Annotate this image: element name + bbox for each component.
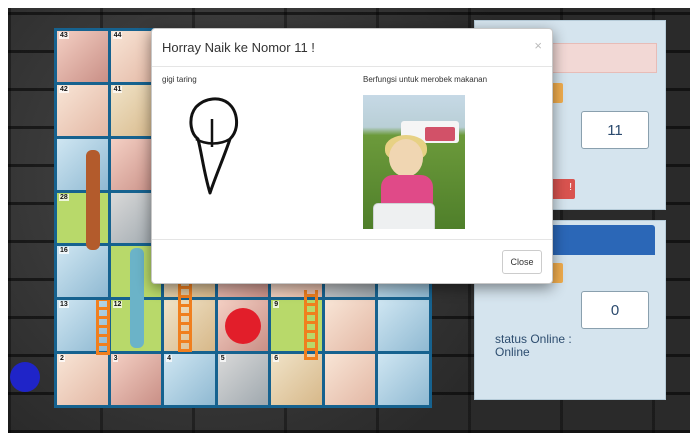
board-cell: 5 bbox=[217, 354, 269, 405]
board-cell: 43 bbox=[57, 31, 108, 82]
snake-body bbox=[130, 248, 144, 348]
board-cell: 42 bbox=[57, 84, 108, 136]
cell-number: 4 bbox=[166, 355, 173, 363]
modal-body: gigi taring Berfungsi untuk merobek maka… bbox=[152, 67, 552, 241]
board-cell bbox=[378, 354, 429, 405]
modal-header: Horray Naik ke Nomor 11 ! × bbox=[152, 29, 552, 67]
photo-child-head bbox=[389, 139, 423, 177]
tooth-function-label: Berfungsi untuk merobek makanan bbox=[363, 75, 488, 84]
cell-number: 43 bbox=[59, 32, 69, 39]
board-cell bbox=[378, 300, 429, 352]
board-cell bbox=[324, 300, 376, 352]
status-value: Online bbox=[495, 345, 530, 359]
player-token-red bbox=[225, 308, 261, 344]
cell-number: 9 bbox=[273, 301, 280, 309]
close-icon[interactable]: × bbox=[534, 38, 542, 53]
ladder bbox=[304, 290, 318, 360]
cell-number: 41 bbox=[112, 85, 123, 93]
player-2-status: status Online : Online bbox=[495, 333, 605, 359]
photo-trailer-red bbox=[425, 127, 455, 141]
modal-title: Horray Naik ke Nomor 11 ! bbox=[162, 40, 315, 55]
level-up-modal: Horray Naik ke Nomor 11 ! × gigi taring … bbox=[151, 28, 553, 284]
player-token-blue bbox=[10, 362, 40, 392]
snake-body bbox=[86, 150, 100, 250]
player-2-position-value: 0 bbox=[581, 291, 649, 329]
cell-number: 6 bbox=[273, 355, 280, 363]
ladder bbox=[178, 282, 192, 352]
player-1-position-value: 11 bbox=[581, 111, 649, 149]
tooth-name-label: gigi taring bbox=[162, 75, 197, 84]
ladder bbox=[96, 300, 110, 355]
cell-number: 28 bbox=[59, 193, 69, 201]
cell-number: 13 bbox=[59, 301, 69, 309]
board-cell: 2 bbox=[57, 354, 108, 405]
board-cell: 6 bbox=[271, 354, 322, 405]
cell-number: 3 bbox=[112, 355, 119, 363]
cell-number: 44 bbox=[112, 32, 123, 39]
cell-number: 16 bbox=[59, 247, 69, 255]
close-button[interactable]: Close bbox=[502, 250, 542, 274]
cell-number: 12 bbox=[112, 301, 123, 309]
board-cell bbox=[324, 354, 376, 405]
modal-footer: Close bbox=[152, 239, 552, 283]
cell-number: 5 bbox=[219, 355, 226, 363]
cell-number: 42 bbox=[59, 85, 69, 93]
child-eating-photo bbox=[363, 95, 465, 229]
board-cell: 3 bbox=[110, 354, 162, 405]
cell-number: 2 bbox=[59, 355, 65, 363]
canine-tooth-icon bbox=[189, 97, 238, 195]
board-cell: 4 bbox=[164, 354, 215, 405]
photo-pot bbox=[373, 203, 435, 229]
board-cell: 16 bbox=[57, 246, 108, 298]
